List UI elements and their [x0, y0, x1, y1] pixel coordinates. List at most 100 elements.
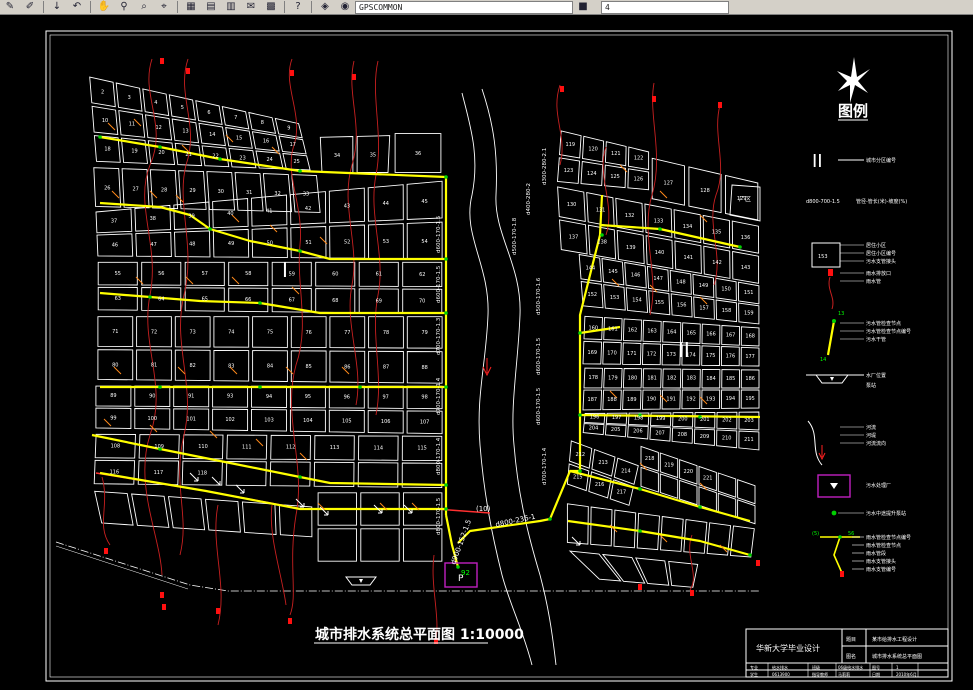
- legend-manhole: [832, 319, 836, 323]
- block-label: 195: [745, 396, 755, 402]
- legend-pump-mark: [830, 377, 834, 381]
- legend-text: 污水处理厂: [866, 482, 891, 489]
- block-label: 178: [589, 375, 599, 381]
- block-label: 69: [376, 298, 382, 304]
- storm-channel: [689, 534, 694, 591]
- legend-text: 污水干管: [866, 336, 886, 343]
- block-label: 157: [699, 305, 709, 311]
- outfall-marker: [756, 560, 760, 566]
- pipe-spec-label: d800-170-1.5: [436, 497, 442, 535]
- block-label: 206: [633, 429, 643, 435]
- block-label: 192: [686, 396, 696, 402]
- zoom-realtime-icon[interactable]: ⚲: [117, 1, 131, 13]
- block-label: 110: [198, 444, 208, 450]
- block-label: 112: [286, 445, 296, 451]
- block-label: 22: [212, 154, 218, 160]
- storm-channel: [373, 60, 381, 416]
- legend-text: 污水中途提升泵站: [866, 510, 906, 517]
- help-icon[interactable]: ?: [291, 1, 305, 13]
- block-label: 38: [150, 216, 156, 222]
- connection-arrow: [659, 190, 668, 199]
- layer-state-icon[interactable]: ◉: [338, 1, 352, 13]
- block-label: 160: [589, 325, 599, 331]
- zoom-previous-icon[interactable]: ⌖: [157, 1, 171, 13]
- block-label: 197: [612, 415, 622, 421]
- block-label: 56: [158, 271, 164, 277]
- storm-channel: [712, 104, 722, 286]
- block-label: 189: [627, 397, 637, 403]
- tb-label: 图号: [872, 664, 880, 670]
- legend-text: 污水管检查节点编号: [866, 328, 911, 335]
- block-label: 150: [721, 287, 731, 293]
- pencil-icon[interactable]: ✐: [23, 1, 37, 13]
- block-label: 125: [610, 174, 620, 180]
- block-label: 73: [190, 330, 196, 336]
- connection-arrow: [209, 430, 218, 439]
- brush-icon[interactable]: ✎: [3, 1, 17, 13]
- legend-text: 雨水支管编号: [866, 566, 896, 573]
- color-combo[interactable]: 4: [601, 0, 729, 14]
- block-label: 68: [332, 298, 338, 304]
- pipe-spec-label: d400-280-2: [526, 183, 532, 215]
- storm-channel: [101, 476, 111, 546]
- district-1-label: I: [282, 258, 288, 282]
- block-label: 171: [627, 351, 637, 357]
- redo-down-icon[interactable]: ↓: [50, 1, 64, 13]
- block-label: 103: [264, 417, 274, 423]
- sewer-manhole: [600, 233, 604, 237]
- layer-manager-icon[interactable]: ◈: [318, 1, 332, 13]
- city-block: [683, 519, 708, 554]
- sewer-pipe: [99, 135, 447, 179]
- pan-icon[interactable]: ✋: [97, 1, 111, 13]
- block-label: 35: [370, 152, 376, 158]
- block-label: 126: [634, 177, 644, 183]
- block-label: 219: [664, 462, 674, 468]
- block-label: 43: [344, 204, 350, 210]
- design-center-icon[interactable]: ▤: [204, 1, 218, 13]
- tb-value: 给水排水: [772, 664, 788, 670]
- block-label: 119: [566, 142, 576, 148]
- block-label: 217: [617, 490, 627, 496]
- table-icon[interactable]: ▩: [264, 1, 278, 13]
- markup-icon[interactable]: ✉: [244, 1, 258, 13]
- toolbar-separator: [284, 1, 285, 13]
- sewer-manhole: [548, 517, 552, 521]
- district-2-label: II: [678, 338, 690, 362]
- properties-icon[interactable]: ▦: [184, 1, 198, 13]
- block-label: 58: [245, 271, 251, 277]
- tb-label: 日期: [872, 671, 880, 677]
- block-label: 221: [703, 476, 713, 482]
- block-label: 91: [188, 394, 194, 400]
- drawing-canvas[interactable]: 2 3 4 5 6 7 8 9 10 11 12 13 14 15 16 17 18 19 20 21 22 23 24 25…: [0, 15, 973, 686]
- tb-value: 2010年6月: [896, 671, 917, 677]
- block-label: 196: [590, 415, 600, 421]
- block-label: 54: [421, 239, 427, 245]
- city-block: [317, 528, 357, 562]
- block-label: 182: [667, 376, 677, 382]
- sewer-manhole: [98, 135, 102, 139]
- tb-label: 指导教师: [812, 671, 828, 677]
- color-control-icon[interactable]: ■: [576, 1, 590, 13]
- block-label: 15: [236, 135, 242, 141]
- pipe-spec-label: d700-170-1.4: [542, 447, 548, 485]
- block-label: 187: [588, 397, 598, 403]
- block-label: 114: [374, 445, 384, 451]
- sewer-manhole: [298, 249, 302, 253]
- undo-icon[interactable]: ↶: [70, 1, 84, 13]
- sewer-manhole: [444, 175, 448, 179]
- block-label: 99: [110, 415, 116, 421]
- block-label: 41: [266, 209, 272, 215]
- tool-palette-icon[interactable]: ▥: [224, 1, 238, 13]
- sewer-manhole: [444, 311, 448, 315]
- tb-value: 马莉莉: [838, 671, 850, 677]
- block-label: 8: [261, 120, 264, 126]
- city-block: [601, 553, 646, 584]
- layer-combo[interactable]: GPSCOMMON: [355, 0, 573, 14]
- block-label: 5: [181, 105, 184, 111]
- block-label: 212: [576, 452, 586, 458]
- block-label: 115: [417, 446, 427, 452]
- zoom-window-icon[interactable]: ⌕: [137, 1, 151, 13]
- legend-text: 污水支管接头: [866, 258, 896, 265]
- city-block: [717, 472, 737, 498]
- block-label: 117: [154, 470, 164, 476]
